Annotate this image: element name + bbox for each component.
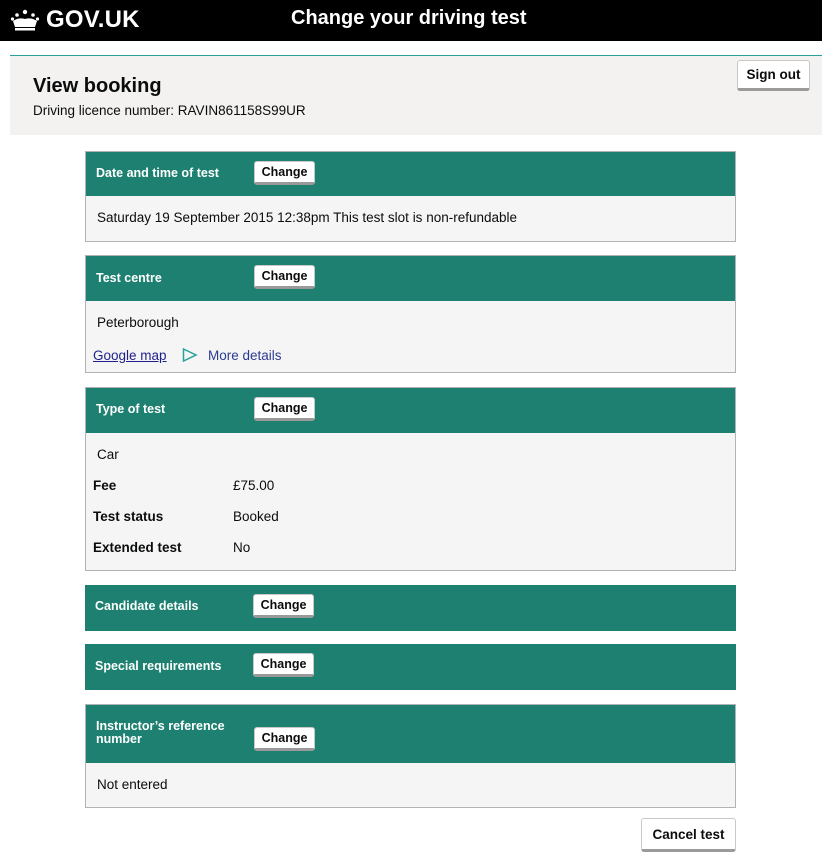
type-of-test-value: Car <box>97 447 119 462</box>
google-map-link[interactable]: Google map <box>93 348 167 363</box>
instructor-reference-label-line1: Instructor’s reference <box>96 719 225 733</box>
test-centre-label: Test centre <box>96 271 162 285</box>
test-centre-section: Test centre Change Peterborough Google m… <box>85 255 736 373</box>
extended-test-value: No <box>233 540 251 555</box>
instructor-reference-header: Instructor’s reference number Change <box>86 705 735 763</box>
change-type-of-test-button[interactable]: Change <box>254 397 315 421</box>
cancel-test-button[interactable]: Cancel test <box>641 818 736 852</box>
change-instructor-reference-button[interactable]: Change <box>254 727 315 751</box>
candidate-details-section: Candidate details Change <box>85 585 736 631</box>
date-time-value: Saturday 19 September 2015 12:38pm This … <box>97 210 518 225</box>
top-bar: GOV.UK Change your driving test <box>0 0 822 41</box>
candidate-details-label: Candidate details <box>95 599 199 613</box>
crown-icon <box>10 9 40 31</box>
change-candidate-details-button[interactable]: Change <box>253 594 314 618</box>
fee-value: £75.00 <box>233 478 275 493</box>
special-requirements-header: Special requirements Change <box>85 644 736 690</box>
extended-test-label: Extended test <box>93 540 182 555</box>
logo-text: GOV.UK <box>46 6 140 33</box>
test-status-label: Test status <box>93 509 164 524</box>
special-requirements-section: Special requirements Change <box>85 644 736 690</box>
sign-out-button[interactable]: Sign out <box>737 60 810 91</box>
change-date-time-button[interactable]: Change <box>254 161 315 185</box>
page-subheader: View booking Driving licence number: RAV… <box>10 56 822 135</box>
govuk-logo[interactable]: GOV.UK <box>10 6 140 34</box>
change-test-centre-button[interactable]: Change <box>254 265 315 289</box>
play-triangle-icon[interactable] <box>182 347 198 367</box>
test-centre-value: Peterborough <box>97 315 179 330</box>
type-of-test-label: Type of test <box>96 402 166 416</box>
date-time-label: Date and time of test <box>96 166 219 180</box>
date-time-section: Date and time of test Change Saturday 19… <box>85 151 736 242</box>
licence-number: Driving licence number: RAVIN861158S99UR <box>33 103 306 118</box>
page-title: View booking <box>33 75 162 97</box>
change-special-requirements-button[interactable]: Change <box>253 653 314 677</box>
candidate-details-header: Candidate details Change <box>85 585 736 631</box>
test-status-value: Booked <box>233 509 279 524</box>
instructor-reference-label: Instructor’s reference number <box>96 720 225 746</box>
instructor-reference-label-line2: number <box>96 732 142 746</box>
type-of-test-section: Type of test Change Car Fee £75.00 Test … <box>85 387 736 571</box>
date-time-header: Date and time of test Change <box>86 152 735 196</box>
instructor-reference-section: Instructor’s reference number Change Not… <box>85 704 736 808</box>
more-details-link[interactable]: More details <box>208 348 282 363</box>
instructor-reference-value: Not entered <box>97 777 168 792</box>
fee-label: Fee <box>93 478 117 493</box>
test-centre-header: Test centre Change <box>86 256 735 301</box>
type-of-test-header: Type of test Change <box>86 388 735 433</box>
service-name[interactable]: Change your driving test <box>291 7 527 30</box>
special-requirements-label: Special requirements <box>95 659 222 673</box>
